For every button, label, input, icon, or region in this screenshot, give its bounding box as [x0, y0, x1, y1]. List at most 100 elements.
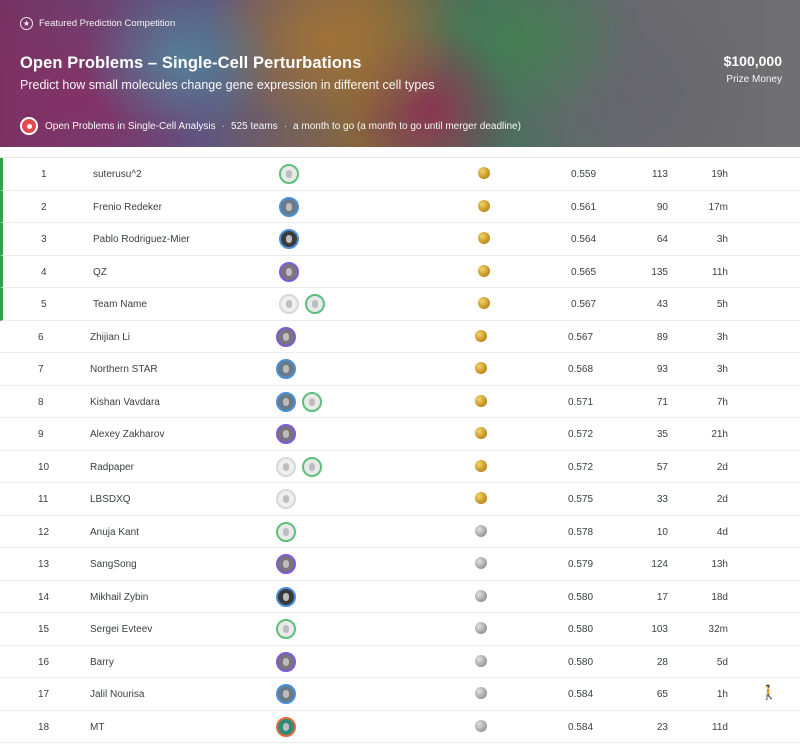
entries-cell: 135: [651, 266, 668, 278]
avatar[interactable]: [279, 164, 299, 184]
avatar[interactable]: [276, 586, 296, 607]
last-submission-cell: 3h: [716, 331, 728, 343]
team-name-link[interactable]: Frenio Redeker: [93, 202, 162, 213]
table-row[interactable]: 5 Team Name 0.567 43 5h: [0, 288, 800, 321]
avatar[interactable]: [276, 651, 296, 672]
score-cell: 0.565: [571, 266, 597, 278]
avatar[interactable]: [279, 196, 299, 217]
avatar[interactable]: [276, 716, 296, 737]
table-row[interactable]: 2 Frenio Redeker 0.561 90 17m: [0, 190, 800, 223]
table-row[interactable]: 10 Radpaper 0.572 57 2d: [0, 451, 800, 483]
table-row[interactable]: 8 Kishan Vavdara 0.571 71 7h: [0, 386, 800, 418]
team-name-link[interactable]: Barry: [90, 657, 114, 668]
table-row[interactable]: 11 LBSDXQ 0.575 33 2d: [0, 483, 800, 516]
team-members: [276, 456, 322, 477]
entries-cell: 103: [651, 624, 668, 635]
team-name-link[interactable]: Sergei Evteev: [90, 624, 152, 635]
table-row[interactable]: 3 Pablo Rodriguez-Mier 0.564 64 3h: [0, 223, 800, 256]
team-name-link[interactable]: QZ: [93, 267, 107, 278]
avatar[interactable]: [305, 294, 325, 314]
team-members: [279, 261, 299, 282]
avatar[interactable]: [276, 456, 296, 477]
team-name-link[interactable]: Pablo Rodriguez-Mier: [93, 234, 190, 245]
avatar[interactable]: [276, 489, 296, 509]
score-cell: 0.564: [571, 234, 597, 245]
score-cell: 0.579: [568, 559, 594, 570]
avatar[interactable]: [279, 261, 299, 282]
table-row[interactable]: 6 Zhijian Li 0.567 89 3h: [0, 321, 800, 353]
competition-header: ★ Featured Prediction Competition Open P…: [0, 0, 800, 147]
team-name-link[interactable]: Alexey Zakharov: [90, 429, 164, 440]
score-cell: 0.584: [568, 721, 594, 733]
team-name-link[interactable]: Kishan Vavdara: [90, 397, 160, 408]
gold-medal-icon: [478, 297, 490, 309]
team-members: [279, 196, 299, 217]
team-name-link[interactable]: LBSDXQ: [90, 494, 131, 505]
team-name-link[interactable]: MT: [90, 722, 104, 733]
team-name-link[interactable]: Team Name: [93, 299, 147, 310]
avatar[interactable]: [276, 424, 296, 444]
avatar[interactable]: [276, 326, 296, 347]
entries-cell: 113: [652, 169, 668, 180]
score-cell: 0.568: [568, 364, 594, 375]
last-submission-cell: 2d: [716, 461, 728, 473]
table-row[interactable]: 7 Northern STAR 0.568 93 3h: [0, 353, 800, 386]
table-row[interactable]: 13 SangSong 0.579 124 13h: [0, 548, 800, 581]
table-row[interactable]: 9 Alexey Zakharov 0.572 35 21h: [0, 418, 800, 451]
score-cell: 0.571: [568, 396, 594, 408]
avatar[interactable]: [276, 359, 296, 379]
score-cell: 0.580: [568, 624, 594, 635]
person-icon: 🚶: [760, 684, 778, 700]
table-row[interactable]: 1 suterusu^2 0.559 113 19h: [0, 158, 800, 191]
trophy-icon: ★: [20, 17, 33, 30]
avatar[interactable]: [276, 619, 296, 639]
entries-cell: 17: [656, 591, 668, 603]
featured-text: Featured Prediction Competition: [39, 18, 176, 29]
leaderboard-top-edge: [0, 148, 800, 158]
team-name-link[interactable]: Mikhail Zybin: [90, 592, 148, 603]
team-name-link[interactable]: suterusu^2: [93, 169, 142, 180]
avatar[interactable]: [276, 521, 296, 542]
entries-cell: 89: [656, 331, 668, 343]
table-row[interactable]: 12 Anuja Kant 0.578 10 4d: [0, 516, 800, 548]
team-name-link[interactable]: Zhijian Li: [90, 332, 130, 343]
separator: ·: [283, 120, 288, 132]
table-row[interactable]: 4 QZ 0.565 135 11h: [0, 255, 800, 288]
team-members: [276, 586, 296, 607]
avatar[interactable]: [279, 294, 299, 314]
team-name-link[interactable]: Jalil Nourisa: [90, 689, 144, 700]
rank-cell: 4: [41, 266, 47, 278]
silver-medal-icon: [475, 622, 487, 634]
avatar[interactable]: [276, 391, 296, 412]
avatar[interactable]: [302, 391, 322, 412]
team-name-link[interactable]: Northern STAR: [90, 364, 158, 375]
avatar[interactable]: [302, 456, 322, 477]
last-submission-cell: 5d: [716, 656, 728, 668]
gold-medal-icon: [475, 329, 487, 342]
avatar[interactable]: [279, 229, 299, 249]
team-name-link[interactable]: SangSong: [90, 559, 137, 570]
table-row[interactable]: 16 Barry 0.580 28 5d: [0, 646, 800, 678]
table-row[interactable]: 14 Mikhail Zybin 0.580 17 18d: [0, 581, 800, 613]
table-row[interactable]: 17 Jalil Nourisa 0.584 65 1h 🚶: [0, 678, 800, 711]
rank-cell: 3: [41, 234, 47, 245]
host-name[interactable]: Open Problems in Single-Cell Analysis: [45, 121, 216, 132]
team-name-link[interactable]: Anuja Kant: [90, 527, 139, 538]
team-members: [276, 554, 296, 574]
rank-cell: 8: [38, 396, 44, 408]
team-name-link[interactable]: Radpaper: [90, 462, 134, 473]
rank-cell: 10: [38, 461, 50, 473]
rank-cell: 18: [38, 721, 50, 733]
table-row[interactable]: 18 MT 0.584 23 11d: [0, 711, 800, 743]
rank-cell: 16: [38, 656, 50, 668]
host-logo-icon[interactable]: [20, 117, 38, 135]
team-members: [276, 489, 296, 509]
avatar[interactable]: [276, 554, 296, 574]
prize-block: $100,000 Prize Money: [724, 53, 782, 85]
rank-cell: 13: [38, 559, 50, 570]
avatar[interactable]: [276, 684, 296, 704]
entries-cell: 65: [656, 689, 668, 700]
table-row[interactable]: 15 Sergei Evteev 0.580 103 32m: [0, 613, 800, 646]
last-submission-cell: 19h: [711, 169, 728, 180]
rank-cell: 9: [38, 429, 44, 440]
